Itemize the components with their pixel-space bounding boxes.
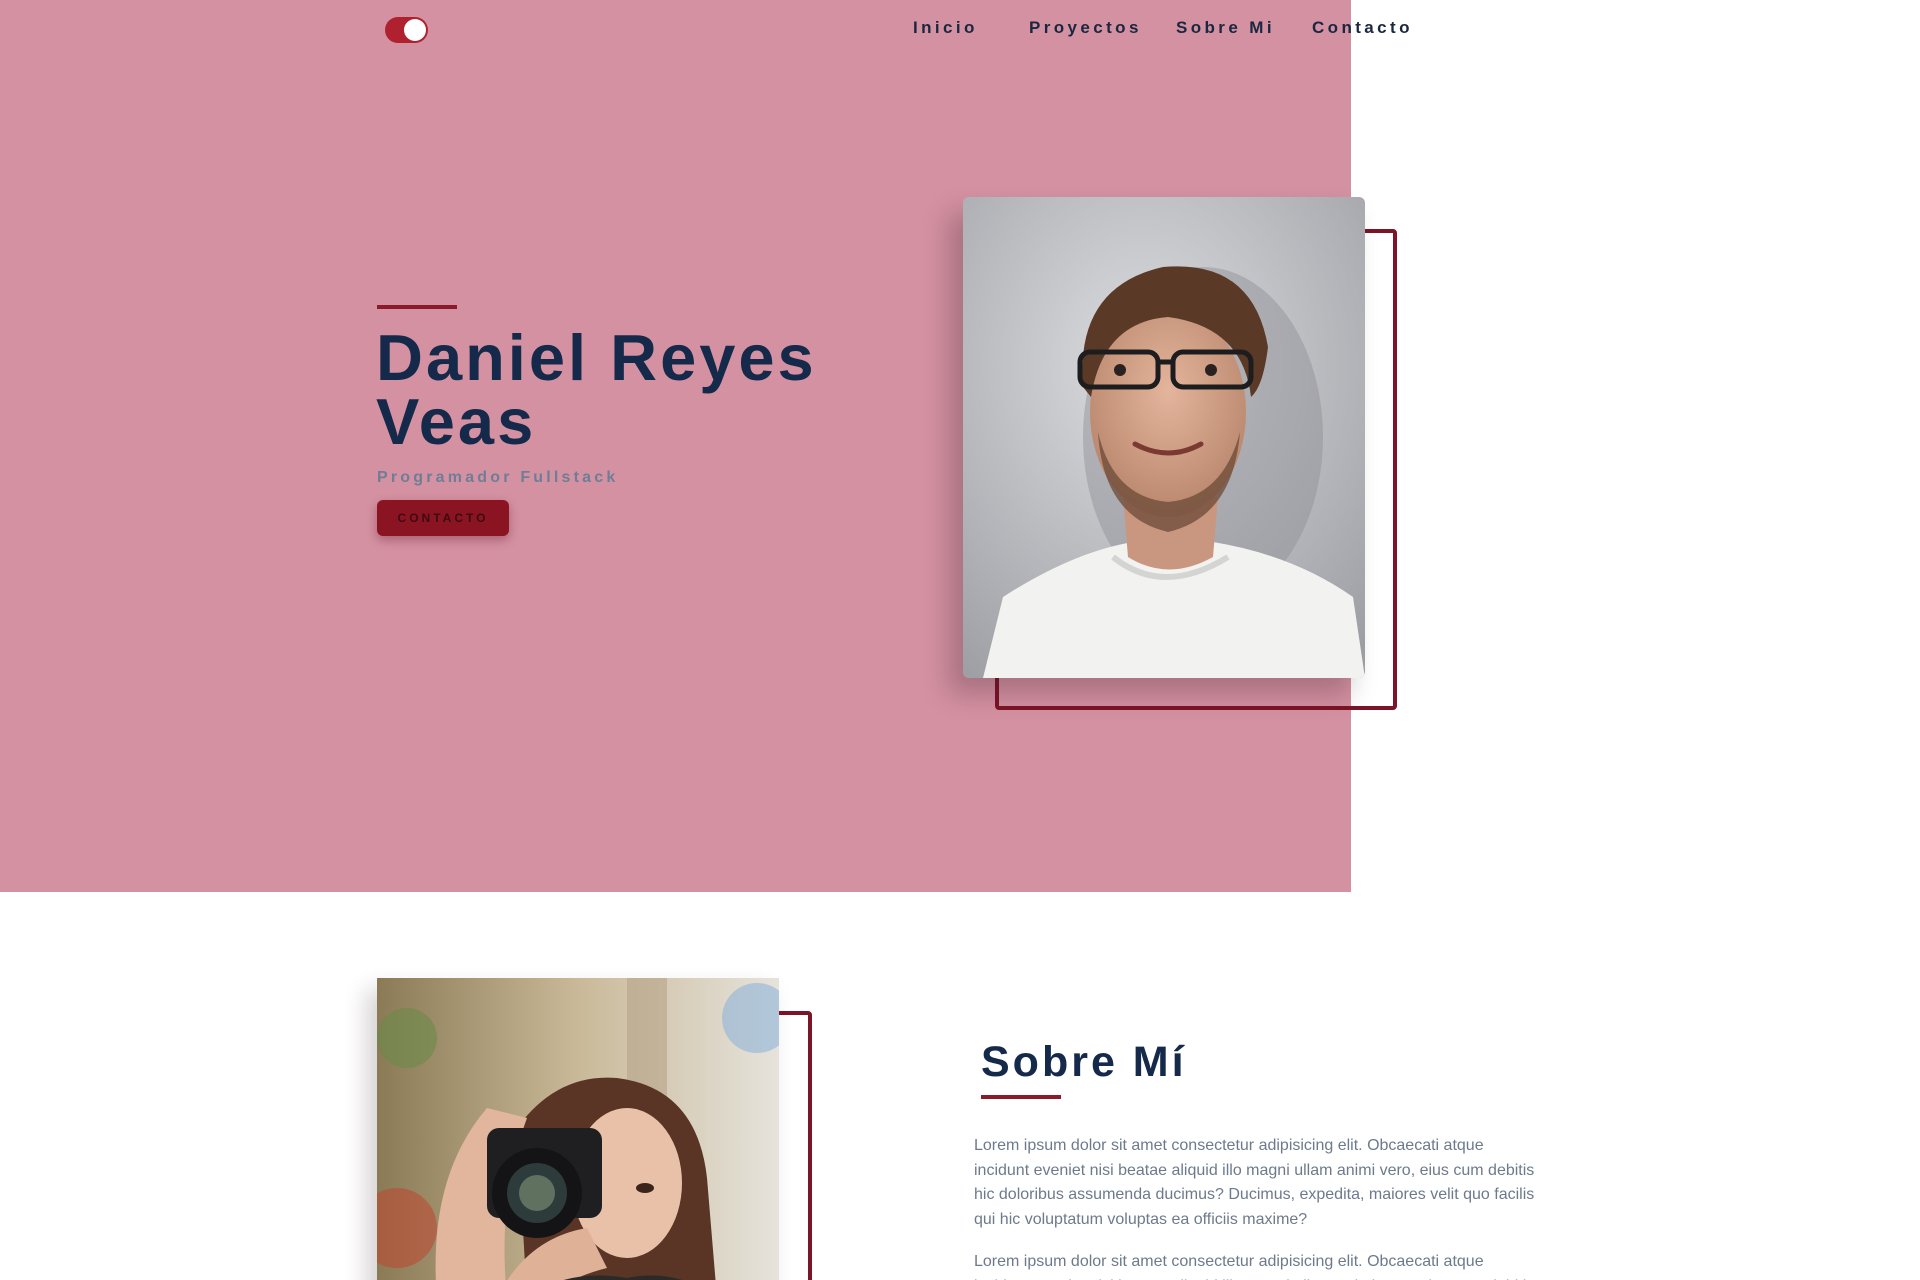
about-paragraph: Lorem ipsum dolor sit amet consectetur a… (974, 1253, 1534, 1280)
woman-with-camera-image (377, 978, 779, 1280)
hero-role: Programador Fullstack (377, 469, 619, 486)
contact-button[interactable]: CONTACTO (377, 500, 509, 536)
portfolio-page: Inicio Proyectos Sobre Mi Contacto Danie… (0, 0, 1920, 1280)
nav-link-inicio[interactable]: Inicio (913, 18, 978, 38)
about-title: Sobre Mí (981, 1038, 1187, 1086)
nav-link-proyectos[interactable]: Proyectos (1029, 18, 1142, 38)
about-paragraph: Lorem ipsum dolor sit amet consectetur a… (974, 1137, 1535, 1228)
nav-link-contacto[interactable]: Contacto (1312, 18, 1413, 38)
hero-name: Daniel Reyes Veas (376, 321, 817, 458)
toggle-icon (404, 19, 426, 41)
portrait-man-image (963, 197, 1365, 678)
about-accent-line (981, 1095, 1061, 1099)
hero-portrait-photo (963, 197, 1365, 678)
hero-accent-line (377, 305, 457, 309)
about-photo (377, 978, 779, 1280)
theme-toggle[interactable] (385, 17, 428, 43)
nav-link-sobre-mi[interactable]: Sobre Mi (1176, 18, 1275, 38)
